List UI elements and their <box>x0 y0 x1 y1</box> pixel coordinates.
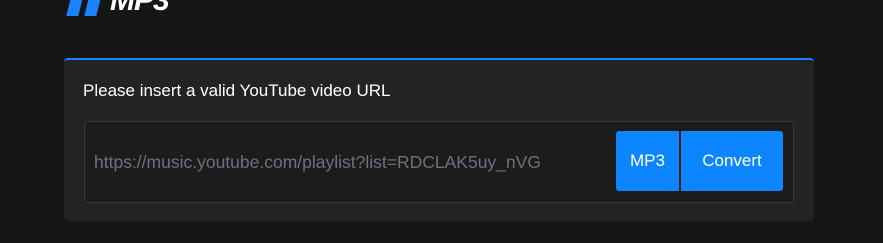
logo-text: MP3 <box>110 0 169 16</box>
url-input[interactable] <box>85 122 613 202</box>
site-logo[interactable]: MP3 <box>66 0 169 16</box>
page: MP3 Please insert a valid YouTube video … <box>0 0 883 243</box>
format-mp3-button[interactable]: MP3 <box>616 131 679 191</box>
converter-card: Please insert a valid YouTube video URL … <box>64 58 814 221</box>
convert-button[interactable]: Convert <box>681 131 783 191</box>
url-input-group: MP3 Convert <box>84 121 794 203</box>
logo-mark-icon <box>66 0 104 16</box>
form-title: Please insert a valid YouTube video URL <box>83 81 391 100</box>
